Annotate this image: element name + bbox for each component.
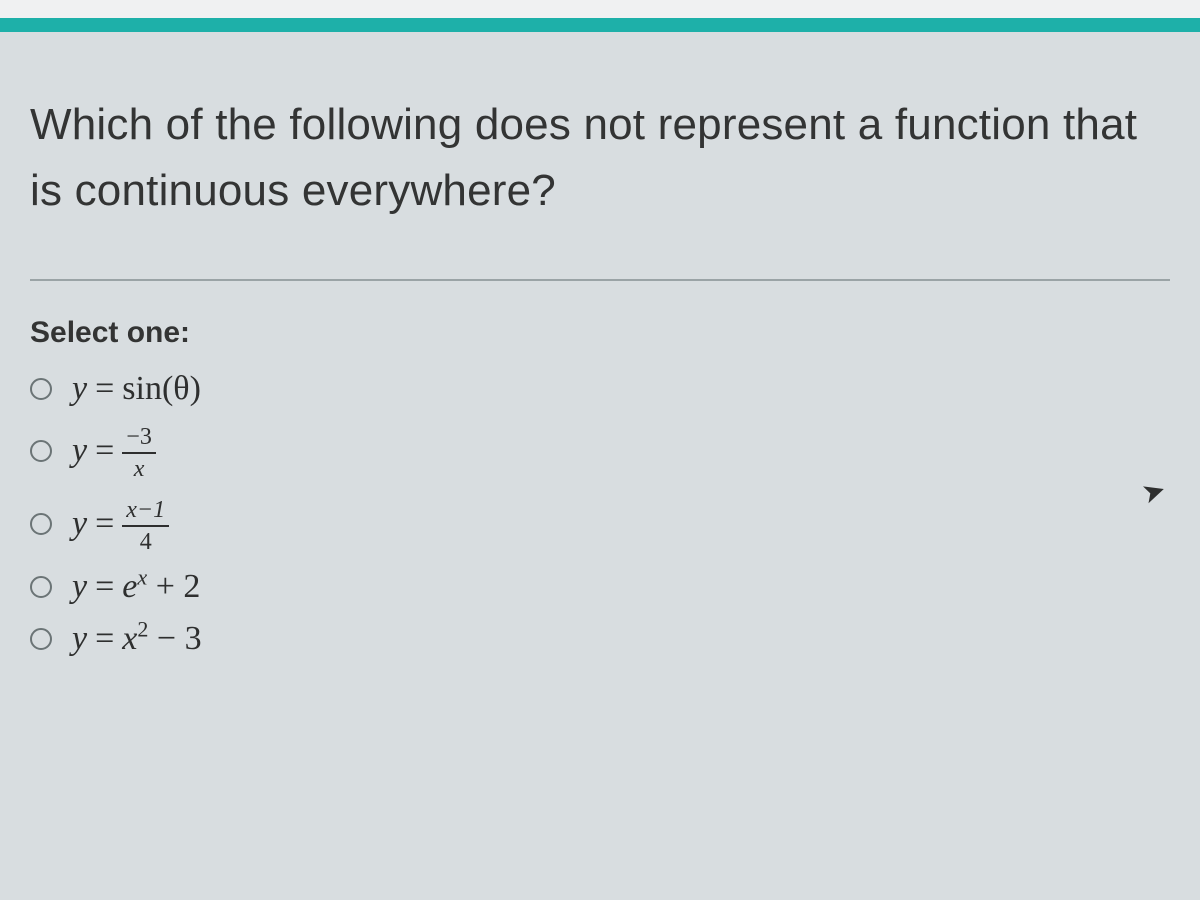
option-1[interactable]: y = sin(θ) bbox=[30, 370, 1170, 408]
equals: = bbox=[95, 620, 114, 658]
question-text: Which of the following does not represen… bbox=[30, 92, 1170, 224]
options-list: y = sin(θ) y = −3 x y = x−1 bbox=[30, 370, 1170, 658]
lhs: y bbox=[72, 568, 87, 606]
bar-white bbox=[0, 0, 1200, 18]
option-1-equation: y = sin(θ) bbox=[72, 370, 201, 408]
base: x bbox=[122, 620, 137, 657]
option-2-equation: y = −3 x bbox=[72, 422, 156, 481]
fraction: −3 x bbox=[122, 424, 156, 483]
base: e bbox=[122, 568, 137, 605]
radio-icon[interactable] bbox=[30, 513, 52, 535]
denominator: x bbox=[130, 454, 149, 482]
option-4-equation: y = ex + 2 bbox=[72, 568, 200, 606]
denominator: 4 bbox=[136, 527, 156, 555]
rhs: sin(θ) bbox=[122, 370, 201, 408]
rhs: ex + 2 bbox=[122, 568, 200, 606]
equals: = bbox=[95, 370, 114, 408]
bar-teal bbox=[0, 18, 1200, 32]
option-5[interactable]: y = x2 − 3 bbox=[30, 620, 1170, 658]
question-content: Which of the following does not represen… bbox=[0, 32, 1200, 658]
option-4[interactable]: y = ex + 2 bbox=[30, 568, 1170, 606]
exponent: x bbox=[137, 564, 147, 589]
tail: + 2 bbox=[147, 568, 200, 605]
equals: = bbox=[95, 505, 114, 543]
radio-icon[interactable] bbox=[30, 576, 52, 598]
select-one-label: Select one: bbox=[30, 316, 1170, 350]
numerator: −3 bbox=[122, 424, 156, 454]
lhs: y bbox=[72, 505, 87, 543]
rhs: x2 − 3 bbox=[122, 620, 201, 658]
lhs: y bbox=[72, 370, 87, 408]
tail: − 3 bbox=[148, 620, 201, 657]
lhs: y bbox=[72, 432, 87, 470]
lhs: y bbox=[72, 620, 87, 658]
option-2[interactable]: y = −3 x bbox=[30, 422, 1170, 481]
radio-icon[interactable] bbox=[30, 440, 52, 462]
fraction: x−1 4 bbox=[122, 497, 169, 556]
radio-icon[interactable] bbox=[30, 378, 52, 400]
divider bbox=[30, 279, 1170, 281]
exponent: 2 bbox=[137, 616, 148, 641]
top-accent-bars bbox=[0, 0, 1200, 32]
numerator: x−1 bbox=[122, 497, 169, 527]
equals: = bbox=[95, 568, 114, 606]
option-3[interactable]: y = x−1 4 bbox=[30, 495, 1170, 554]
radio-icon[interactable] bbox=[30, 628, 52, 650]
option-5-equation: y = x2 − 3 bbox=[72, 620, 202, 658]
option-3-equation: y = x−1 4 bbox=[72, 495, 169, 554]
equals: = bbox=[95, 432, 114, 470]
